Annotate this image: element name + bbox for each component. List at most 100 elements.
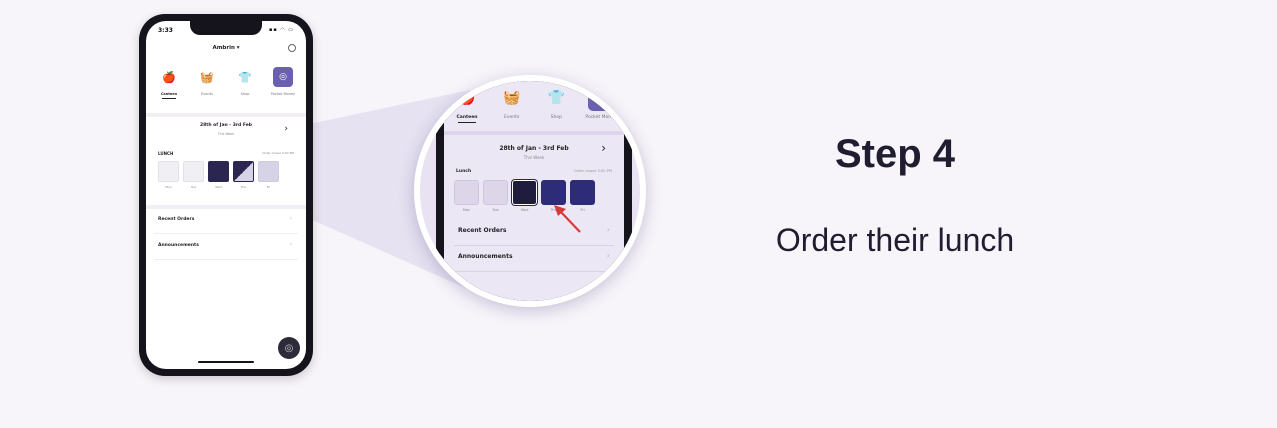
tutorial-slide: 3:33 ▪▪ ◠ ▭ Ambrin ▾ 🍎 Canteen 🧺 Events 👕 Sho… <box>0 0 1277 428</box>
app-header: Ambrin ▾ <box>146 44 306 61</box>
lunch-title: LUNCH <box>158 151 174 156</box>
status-time: 3:33 <box>158 27 173 34</box>
zoomed-category-tabs: 🍎 Canteen 🧺 Events 👕 Shop ◎ Pocket Money <box>448 85 620 124</box>
magnifier: 🍎 Canteen 🧺 Events 👕 Shop ◎ Pocket Money 28th o… <box>414 75 646 307</box>
apple-icon: 🍎 <box>458 90 476 106</box>
recent-orders-row[interactable]: Recent Orders › <box>154 209 298 234</box>
tab-label: Canteen <box>456 115 478 120</box>
home-indicator <box>198 360 254 363</box>
user-switcher[interactable]: Ambrin ▾ <box>146 45 306 51</box>
zoomed-screen: 🍎 Canteen 🧺 Events 👕 Shop ◎ Pocket Money 28th o… <box>444 81 624 301</box>
day-tue[interactable]: Tue <box>483 180 508 212</box>
zoomed-announcements-row[interactable]: Announcements › <box>454 245 614 272</box>
tab-events[interactable]: 🧺 Events <box>493 85 531 123</box>
tab-canteen[interactable]: 🍎 Canteen <box>448 85 486 124</box>
day-meal-box[interactable] <box>570 180 595 205</box>
chevron-right-icon: › <box>289 241 292 248</box>
help-fab-icon[interactable]: ◎ <box>278 337 300 359</box>
tab-label: Events <box>504 115 520 120</box>
tab-pocket-money[interactable]: ◎ Pocket Money <box>266 67 300 107</box>
settings-icon[interactable] <box>288 44 296 52</box>
day-thu[interactable]: Thu <box>541 180 566 212</box>
day-meal-box[interactable] <box>541 180 566 205</box>
apple-icon: 🍎 <box>162 70 176 84</box>
shirt-icon: 👕 <box>238 70 252 84</box>
day-tue[interactable]: Tue <box>183 161 204 189</box>
day-label: Mon <box>165 185 172 189</box>
lunch-note: Order closes 3:00 PM <box>262 151 294 155</box>
tab-pocket-money[interactable]: ◎ Pocket Money <box>582 85 620 123</box>
tab-underline <box>458 122 476 124</box>
category-tabs: 🍎 Canteen 🧺 Events 👕 Shop ◎ Pocket Money <box>152 67 300 107</box>
shirt-icon: 👕 <box>547 90 566 106</box>
day-wed[interactable]: Wed <box>208 161 229 189</box>
basket-icon: 🧺 <box>502 90 521 106</box>
step-title: Step 4 <box>834 132 956 176</box>
chevron-right-icon: › <box>606 251 610 260</box>
day-meal-box[interactable] <box>512 180 537 205</box>
week-selector: 28th of Jan - 3rd Feb This Week › <box>146 121 306 145</box>
row-label: Recent Orders <box>458 227 507 234</box>
tab-label: Canteen <box>160 92 178 96</box>
day-mon[interactable]: Mon <box>454 180 479 212</box>
wallet-icon: ◎ <box>273 67 293 87</box>
day-fri[interactable]: Fri <box>258 161 279 189</box>
day-wed[interactable]: Wed <box>512 180 537 212</box>
tab-shop[interactable]: 👕 Shop <box>228 67 262 107</box>
day-meal-box[interactable] <box>258 161 279 182</box>
day-label: Fri <box>266 185 271 189</box>
status-icons: ▪▪ ◠ ▭ <box>268 27 294 33</box>
day-label: Mon <box>462 208 471 212</box>
zoomed-date-sub: This Week <box>523 155 545 160</box>
day-label: Wed <box>215 185 222 189</box>
row-label: Announcements <box>458 253 513 260</box>
day-thu[interactable]: Thu <box>233 161 254 189</box>
zoomed-lunch-note: Order closes 3:00 PM <box>573 169 612 173</box>
day-meal-box[interactable] <box>158 161 179 182</box>
tab-label: Pocket Money <box>585 115 617 120</box>
chevron-right-icon: › <box>606 225 610 234</box>
tab-label: Shop <box>550 115 562 120</box>
chevron-right-icon[interactable]: › <box>601 141 606 155</box>
day-label: Fri <box>580 208 585 212</box>
divider <box>146 113 306 117</box>
tab-events[interactable]: 🧺 Events <box>190 67 224 107</box>
day-meal-box[interactable] <box>233 161 254 182</box>
date-range: 28th of Jan - 3rd Feb <box>199 123 253 128</box>
wallet-icon: ◎ <box>587 85 614 111</box>
phone-mockup: 3:33 ▪▪ ◠ ▭ Ambrin ▾ 🍎 Canteen 🧺 Events 👕 Sho… <box>139 14 313 376</box>
day-label: Tue <box>190 185 197 189</box>
tab-underline <box>162 98 176 100</box>
magnifier-lens: 🍎 Canteen 🧺 Events 👕 Shop ◎ Pocket Money 28th o… <box>420 81 640 301</box>
day-mon[interactable]: Mon <box>158 161 179 189</box>
tab-label: Pocket Money <box>270 92 296 96</box>
day-label: Wed <box>520 208 529 212</box>
date-sub: This Week <box>217 132 235 136</box>
chevron-right-icon: › <box>289 215 292 222</box>
tab-canteen[interactable]: 🍎 Canteen <box>152 67 186 107</box>
day-meal-box[interactable] <box>483 180 508 205</box>
day-selector: Mon Tue Wed Thu Fri <box>158 161 279 189</box>
row-label: Recent Orders <box>158 217 195 222</box>
zoomed-recent-orders-row[interactable]: Recent Orders › <box>454 219 614 246</box>
row-label: Announcements <box>158 243 199 248</box>
day-label: Thu <box>550 208 557 212</box>
tab-shop[interactable]: 👕 Shop <box>537 85 575 123</box>
day-meal-box[interactable] <box>208 161 229 182</box>
step-subtitle: Order their lunch <box>775 222 1015 258</box>
day-meal-box[interactable] <box>183 161 204 182</box>
day-meal-box[interactable] <box>454 180 479 205</box>
chevron-right-icon[interactable]: › <box>284 124 288 134</box>
day-fri[interactable]: Fri <box>570 180 595 212</box>
zoomed-phone: 🍎 Canteen 🧺 Events 👕 Shop ◎ Pocket Money 28th o… <box>436 81 632 301</box>
day-label: Tue <box>492 208 499 212</box>
zoomed-lunch-title: Lunch <box>456 169 472 174</box>
zoomed-date-range: 28th of Jan - 3rd Feb <box>499 145 569 152</box>
zoomed-day-selector: Mon Tue Wed Thu Fri <box>454 180 595 212</box>
day-label: Thu <box>240 185 247 189</box>
basket-icon: 🧺 <box>200 70 214 84</box>
phone-screen: 3:33 ▪▪ ◠ ▭ Ambrin ▾ 🍎 Canteen 🧺 Events 👕 Sho… <box>146 21 306 369</box>
divider <box>444 131 624 135</box>
announcements-row[interactable]: Announcements › <box>154 235 298 260</box>
tab-label: Events <box>201 92 213 96</box>
